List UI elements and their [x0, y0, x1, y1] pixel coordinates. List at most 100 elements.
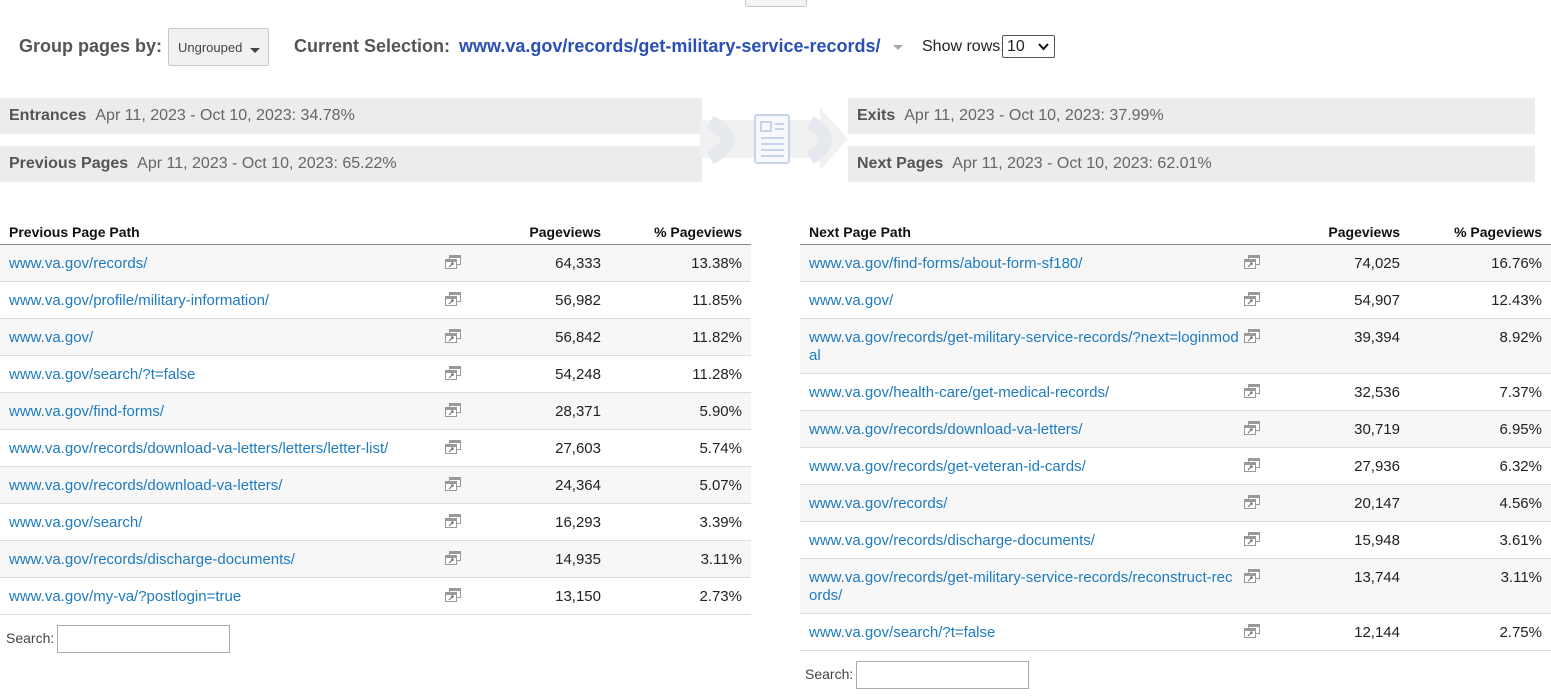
open-in-new-window-icon[interactable]	[445, 514, 461, 528]
table-row: www.va.gov/records/download-va-letters/l…	[0, 429, 751, 467]
open-in-new-window-icon[interactable]	[1244, 255, 1260, 269]
page-path-link[interactable]: www.va.gov/records/download-va-letters/	[9, 477, 282, 494]
open-in-new-window-icon[interactable]	[445, 255, 461, 269]
top-collapse-tab[interactable]	[745, 0, 807, 7]
open-in-new-window-icon[interactable]	[445, 477, 461, 491]
open-in-new-window-icon[interactable]	[445, 329, 461, 343]
page-path-link[interactable]: www.va.gov/records/download-va-letters/l…	[9, 440, 388, 457]
row-action-cell	[445, 540, 499, 578]
page-path-cell: www.va.gov/records/download-va-letters/	[0, 466, 445, 504]
pct-pageviews-cell: 16.76%	[1409, 244, 1551, 282]
show-rows-select[interactable]: 10	[1002, 35, 1055, 58]
page-path-link[interactable]: www.va.gov/records/discharge-documents/	[809, 532, 1095, 549]
open-in-new-window-icon[interactable]	[1244, 624, 1260, 638]
pct-pageviews-header[interactable]: % Pageviews	[610, 214, 751, 245]
pageviews-cell: 64,333	[499, 244, 610, 282]
pageviews-cell: 56,982	[499, 281, 610, 319]
page-path-link[interactable]: www.va.gov/records/	[809, 495, 947, 512]
open-in-new-window-icon[interactable]	[445, 588, 461, 602]
row-action-cell	[445, 355, 499, 393]
row-action-cell	[1240, 521, 1294, 559]
previous-pages-bar[interactable]: Previous Pages Apr 11, 2023 - Oct 10, 20…	[0, 146, 702, 182]
page-path-cell: www.va.gov/records/get-military-service-…	[800, 318, 1240, 374]
open-in-new-window-icon[interactable]	[1244, 329, 1260, 343]
selection-caret-icon[interactable]	[893, 45, 903, 50]
pct-pageviews-cell: 4.56%	[1409, 484, 1551, 522]
previous-path-header[interactable]: Previous Page Path	[0, 214, 499, 245]
group-pages-label: Group pages by:	[19, 36, 163, 56]
open-in-new-window-icon[interactable]	[1244, 421, 1260, 435]
pageviews-cell: 12,144	[1294, 613, 1409, 651]
pageviews-header[interactable]: Pageviews	[499, 214, 610, 245]
page-path-link[interactable]: www.va.gov/records/get-military-service-…	[809, 329, 1239, 364]
pageviews-cell: 54,248	[499, 355, 610, 393]
next-search-input[interactable]	[856, 661, 1029, 689]
table-row: www.va.gov/records/64,333 13.38%	[0, 244, 751, 282]
open-in-new-window-icon[interactable]	[445, 403, 461, 417]
pct-pageviews-cell: 8.92%	[1409, 318, 1551, 374]
page-path-cell: www.va.gov/search/	[0, 503, 445, 541]
page-path-link[interactable]: www.va.gov/search/?t=false	[809, 624, 995, 641]
page-path-link[interactable]: www.va.gov/	[809, 292, 893, 309]
open-in-new-window-icon[interactable]	[445, 440, 461, 454]
pct-pageviews-cell: 5.90%	[610, 392, 751, 430]
pct-pageviews-header[interactable]: % Pageviews	[1409, 214, 1551, 245]
group-pages-dropdown[interactable]: Ungrouped	[168, 28, 269, 66]
page-path-link[interactable]: www.va.gov/records/get-veteran-id-cards/	[809, 458, 1086, 475]
table-row: www.va.gov/records/download-va-letters/3…	[800, 410, 1551, 448]
open-in-new-window-icon[interactable]	[1244, 458, 1260, 472]
pageviews-cell: 28,371	[499, 392, 610, 430]
open-in-new-window-icon[interactable]	[445, 366, 461, 380]
exits-bar[interactable]: Exits Apr 11, 2023 - Oct 10, 2023: 37.99…	[848, 98, 1535, 134]
previous-pages-value: Apr 11, 2023 - Oct 10, 2023: 65.22%	[137, 155, 397, 172]
table-row: www.va.gov/records/discharge-documents/1…	[0, 540, 751, 578]
row-action-cell	[1240, 613, 1294, 651]
page-path-link[interactable]: www.va.gov/my-va/?postlogin=true	[9, 588, 241, 605]
table-row: www.va.gov/records/20,147 4.56%	[800, 484, 1551, 522]
page-path-link[interactable]: www.va.gov/health-care/get-medical-recor…	[809, 384, 1109, 401]
next-pages-bar[interactable]: Next Pages Apr 11, 2023 - Oct 10, 2023: …	[848, 146, 1535, 182]
next-path-header[interactable]: Next Page Path	[800, 214, 1294, 245]
group-pages-value: Ungrouped	[178, 39, 243, 55]
open-in-new-window-icon[interactable]	[445, 551, 461, 565]
page-path-link[interactable]: www.va.gov/profile/military-information/	[9, 292, 269, 309]
page-path-link[interactable]: www.va.gov/find-forms/	[9, 403, 164, 420]
pct-pageviews-cell: 12.43%	[1409, 281, 1551, 319]
row-action-cell	[1240, 558, 1294, 614]
pageviews-cell: 20,147	[1294, 484, 1409, 522]
page-path-link[interactable]: www.va.gov/find-forms/about-form-sf180/	[809, 255, 1082, 272]
entrances-bar[interactable]: Entrances Apr 11, 2023 - Oct 10, 2023: 3…	[0, 98, 702, 134]
pageviews-cell: 27,603	[499, 429, 610, 467]
page-path-cell: www.va.gov/search/?t=false	[800, 613, 1240, 651]
page-path-link[interactable]: www.va.gov/	[9, 329, 93, 346]
entrances-label: Entrances	[9, 107, 87, 124]
page-path-cell: www.va.gov/records/	[0, 244, 445, 282]
open-in-new-window-icon[interactable]	[445, 292, 461, 306]
pageviews-cell: 13,744	[1294, 558, 1409, 614]
page-path-link[interactable]: www.va.gov/records/get-military-service-…	[809, 569, 1232, 604]
previous-search-input[interactable]	[57, 625, 230, 653]
table-row: www.va.gov/my-va/?postlogin=true 13,150 2.…	[0, 577, 751, 615]
chevron-down-icon	[1038, 43, 1049, 51]
open-in-new-window-icon[interactable]	[1244, 292, 1260, 306]
next-search-label: Search:	[805, 666, 854, 682]
page-path-link[interactable]: www.va.gov/records/download-va-letters/	[809, 421, 1082, 438]
row-action-cell	[1240, 484, 1294, 522]
open-in-new-window-icon[interactable]	[1244, 384, 1260, 398]
table-row: www.va.gov/search/?t=false 12,144 2.75%	[800, 613, 1551, 651]
page-path-link[interactable]: www.va.gov/records/	[9, 255, 147, 272]
page-path-cell: www.va.gov/my-va/?postlogin=true	[0, 577, 445, 615]
table-row: www.va.gov/records/discharge-documents/1…	[800, 521, 1551, 559]
open-in-new-window-icon[interactable]	[1244, 495, 1260, 509]
pageviews-cell: 32,536	[1294, 373, 1409, 411]
table-row: www.va.gov/54,907 12.43%	[800, 281, 1551, 319]
page-path-link[interactable]: www.va.gov/search/	[9, 514, 142, 531]
pageviews-cell: 74,025	[1294, 244, 1409, 282]
row-action-cell	[445, 244, 499, 282]
page-path-link[interactable]: www.va.gov/records/discharge-documents/	[9, 551, 295, 568]
open-in-new-window-icon[interactable]	[1244, 532, 1260, 546]
current-selection-url[interactable]: www.va.gov/records/get-military-service-…	[459, 36, 881, 57]
open-in-new-window-icon[interactable]	[1244, 569, 1260, 583]
pageviews-header[interactable]: Pageviews	[1294, 214, 1409, 245]
page-path-link[interactable]: www.va.gov/search/?t=false	[9, 366, 195, 383]
